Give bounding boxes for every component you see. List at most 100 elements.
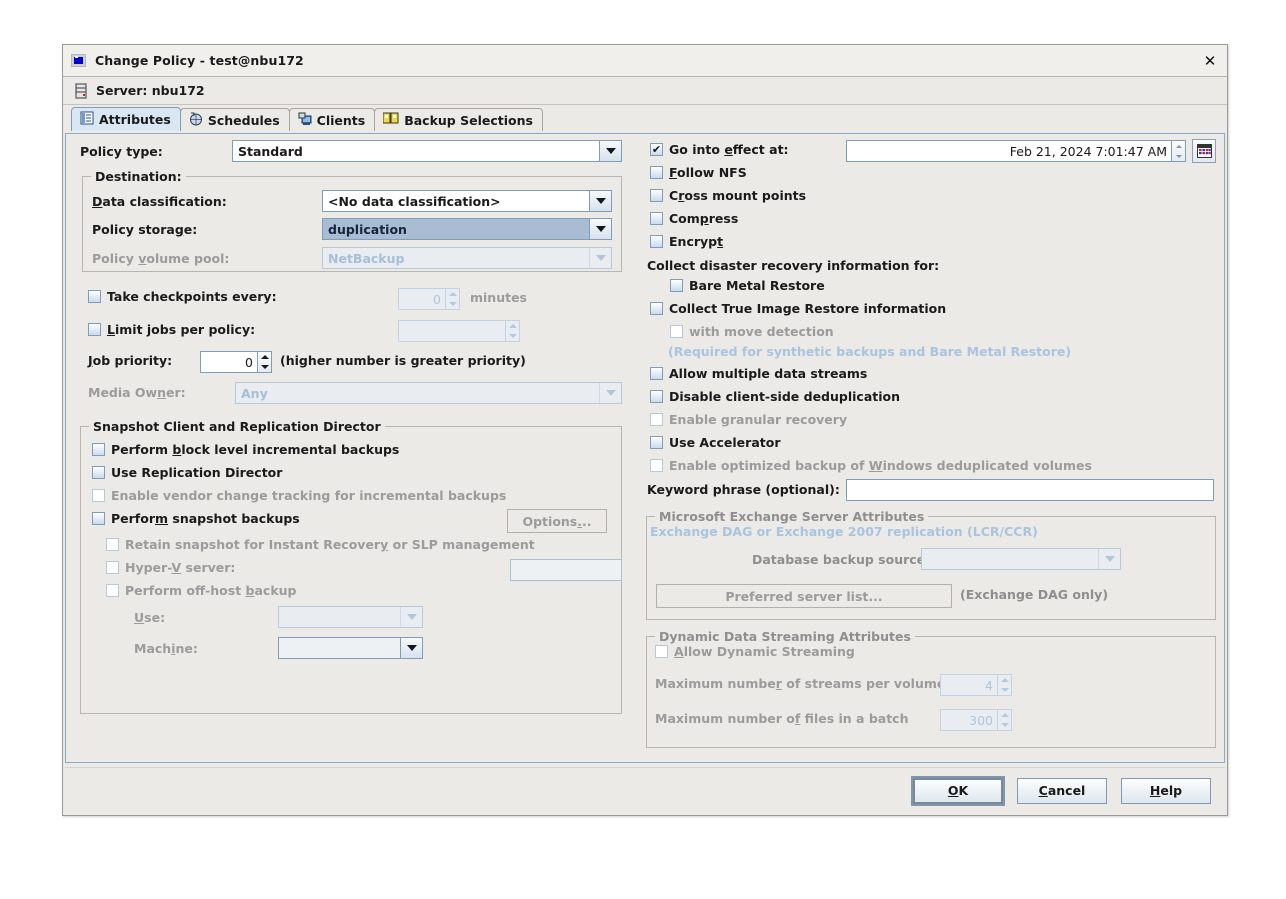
- use-combo: [278, 606, 423, 628]
- change-policy-dialog: Change Policy - test@nbu172 ✕ Server: nb…: [62, 44, 1228, 816]
- limit-jobs-row[interactable]: Limit jobs per policy:: [88, 322, 255, 337]
- take-checkpoints-row[interactable]: Take checkpoints every:: [88, 289, 277, 304]
- tab-clients-label: Clients: [316, 112, 366, 128]
- exchange-dag-label: Exchange DAG or Exchange 2007 replicatio…: [650, 524, 1038, 539]
- perform-snapshot-row[interactable]: Perform snapshot backups: [92, 511, 300, 526]
- chevron-down-icon: [1098, 549, 1120, 569]
- collect-tir-label: Collect True Image Restore information: [669, 301, 947, 316]
- keyword-phrase-input[interactable]: [846, 479, 1214, 501]
- database-backup-source-value: [922, 549, 1098, 569]
- policy-storage-combo[interactable]: duplication: [322, 218, 612, 240]
- limit-jobs-value: [398, 320, 505, 342]
- chevron-down-icon[interactable]: [599, 141, 621, 161]
- disable-client-side-dedup-checkbox[interactable]: [650, 390, 663, 403]
- cancel-button-label: Cancel: [1038, 783, 1086, 798]
- chevron-down-icon: [400, 607, 422, 627]
- perform-bli-row[interactable]: Perform block level incremental backups: [92, 442, 399, 457]
- take-checkpoints-checkbox[interactable]: [88, 290, 101, 303]
- minutes-label-wrap: minutes: [470, 290, 527, 305]
- perform-block-level-incremental-checkbox[interactable]: [92, 443, 105, 456]
- help-button[interactable]: Help: [1121, 777, 1211, 804]
- stepper-buttons[interactable]: [257, 351, 272, 373]
- compress-checkbox[interactable]: [650, 212, 663, 225]
- policy-storage-value: duplication: [328, 221, 407, 237]
- encrypt-checkbox[interactable]: [650, 235, 663, 248]
- required-note-wrap: (Required for synthetic backups and Bare…: [668, 344, 1071, 359]
- use-replication-director-label: Use Replication Director: [111, 465, 283, 480]
- chevron-down-icon: [599, 383, 621, 403]
- use-label: Use:: [134, 610, 166, 625]
- policy-type-combo[interactable]: Standard: [232, 140, 622, 162]
- machine-label: Machine:: [134, 641, 198, 656]
- cross-mount-points-row[interactable]: Cross mount points: [650, 188, 806, 203]
- destination-group-title: Destination:: [91, 169, 186, 184]
- media-owner-label-wrap: Media Owner:: [88, 385, 186, 400]
- go-into-effect-row[interactable]: ✔ Go into effect at:: [650, 142, 789, 157]
- collect-true-image-restore-checkbox[interactable]: [650, 302, 663, 315]
- tab-clients[interactable]: Clients: [288, 108, 376, 131]
- collect-dr-label-wrap: Collect disaster recovery information fo…: [647, 258, 939, 273]
- policy-type-label: Policy type:: [80, 144, 163, 159]
- options-button: Options...: [507, 509, 607, 533]
- hyperv-row: Hyper-V server:: [106, 560, 235, 575]
- retain-snapshot-row: Retain snapshot for Instant Recovery or …: [106, 537, 535, 552]
- bare-metal-restore-checkbox[interactable]: [670, 279, 683, 292]
- compress-label: Compress: [669, 211, 739, 226]
- allow-multiple-data-streams-checkbox[interactable]: [650, 367, 663, 380]
- follow-nfs-row[interactable]: Follow NFS: [650, 165, 747, 180]
- job-priority-stepper[interactable]: 0: [200, 351, 272, 373]
- use-replication-director-row[interactable]: Use Replication Director: [92, 465, 282, 480]
- data-classification-value: <No data classification>: [328, 193, 501, 209]
- allow-multiple-streams-row[interactable]: Allow multiple data streams: [650, 366, 867, 381]
- keyword-phrase-label: Keyword phrase (optional):: [647, 482, 840, 497]
- allow-dynamic-streaming-row: Allow Dynamic Streaming: [655, 644, 855, 659]
- machine-combo[interactable]: [278, 637, 423, 659]
- tab-schedules-label: Schedules: [207, 112, 280, 128]
- enable-granular-row: Enable granular recovery: [650, 412, 847, 427]
- machine-value: [279, 638, 400, 658]
- policy-type-label-wrap: Policy type:: [80, 144, 163, 159]
- close-icon[interactable]: ✕: [1193, 46, 1227, 76]
- chevron-down-icon[interactable]: [400, 638, 422, 658]
- cross-mount-points-checkbox[interactable]: [650, 189, 663, 202]
- compress-row[interactable]: Compress: [650, 211, 738, 226]
- use-replication-director-checkbox[interactable]: [92, 466, 105, 479]
- collect-tir-row[interactable]: Collect True Image Restore information: [650, 301, 946, 316]
- perform-bli-label: Perform block level incremental backups: [111, 442, 400, 457]
- chevron-down-icon[interactable]: [589, 191, 611, 211]
- stepper-buttons[interactable]: [1171, 140, 1186, 162]
- limit-jobs-checkbox[interactable]: [88, 323, 101, 336]
- data-classification-combo[interactable]: <No data classification>: [322, 190, 612, 212]
- policy-storage-label-wrap: Policy storage:: [92, 222, 197, 237]
- enable-optimized-label: Enable optimized backup of Windows dedup…: [669, 458, 1092, 473]
- database-backup-source-label-wrap: Database backup source:: [752, 552, 930, 567]
- attributes-icon: [80, 111, 94, 128]
- exchange-dag-only-note: (Exchange DAG only): [960, 587, 1109, 602]
- retain-snapshot-label: Retain snapshot for Instant Recovery or …: [125, 537, 535, 552]
- chevron-down-icon[interactable]: [589, 219, 611, 239]
- go-into-effect-value[interactable]: Feb 21, 2024 7:01:47 AM: [846, 140, 1171, 162]
- use-accelerator-checkbox[interactable]: [650, 436, 663, 449]
- tab-schedules[interactable]: Schedules: [179, 108, 290, 131]
- encrypt-label: Encrypt: [669, 234, 724, 249]
- bare-metal-restore-row[interactable]: Bare Metal Restore: [670, 278, 825, 293]
- max-files-value: 300: [940, 709, 997, 731]
- snapshot-client-group-title: Snapshot Client and Replication Director: [89, 419, 385, 434]
- with-move-detection-row: with move detection: [670, 324, 834, 339]
- go-into-effect-checkbox[interactable]: ✔: [650, 143, 663, 156]
- encrypt-row[interactable]: Encrypt: [650, 234, 723, 249]
- stepper-buttons: [445, 288, 460, 310]
- use-accelerator-row[interactable]: Use Accelerator: [650, 435, 780, 450]
- cancel-button[interactable]: Cancel: [1017, 777, 1107, 804]
- tab-backup-selections[interactable]: Backup Selections: [374, 108, 543, 131]
- go-into-effect-datetime[interactable]: Feb 21, 2024 7:01:47 AM: [846, 140, 1186, 162]
- ok-button[interactable]: OK: [911, 775, 1005, 806]
- follow-nfs-checkbox[interactable]: [650, 166, 663, 179]
- tab-attributes[interactable]: Attributes: [71, 107, 181, 131]
- job-priority-value[interactable]: 0: [200, 351, 257, 373]
- perform-snapshot-backups-checkbox[interactable]: [92, 512, 105, 525]
- calendar-icon[interactable]: [1192, 139, 1216, 163]
- data-classification-label: Data classification:: [92, 194, 227, 209]
- go-into-effect-label: Go into effect at:: [669, 142, 789, 157]
- disable-client-dedup-row[interactable]: Disable client-side deduplication: [650, 389, 900, 404]
